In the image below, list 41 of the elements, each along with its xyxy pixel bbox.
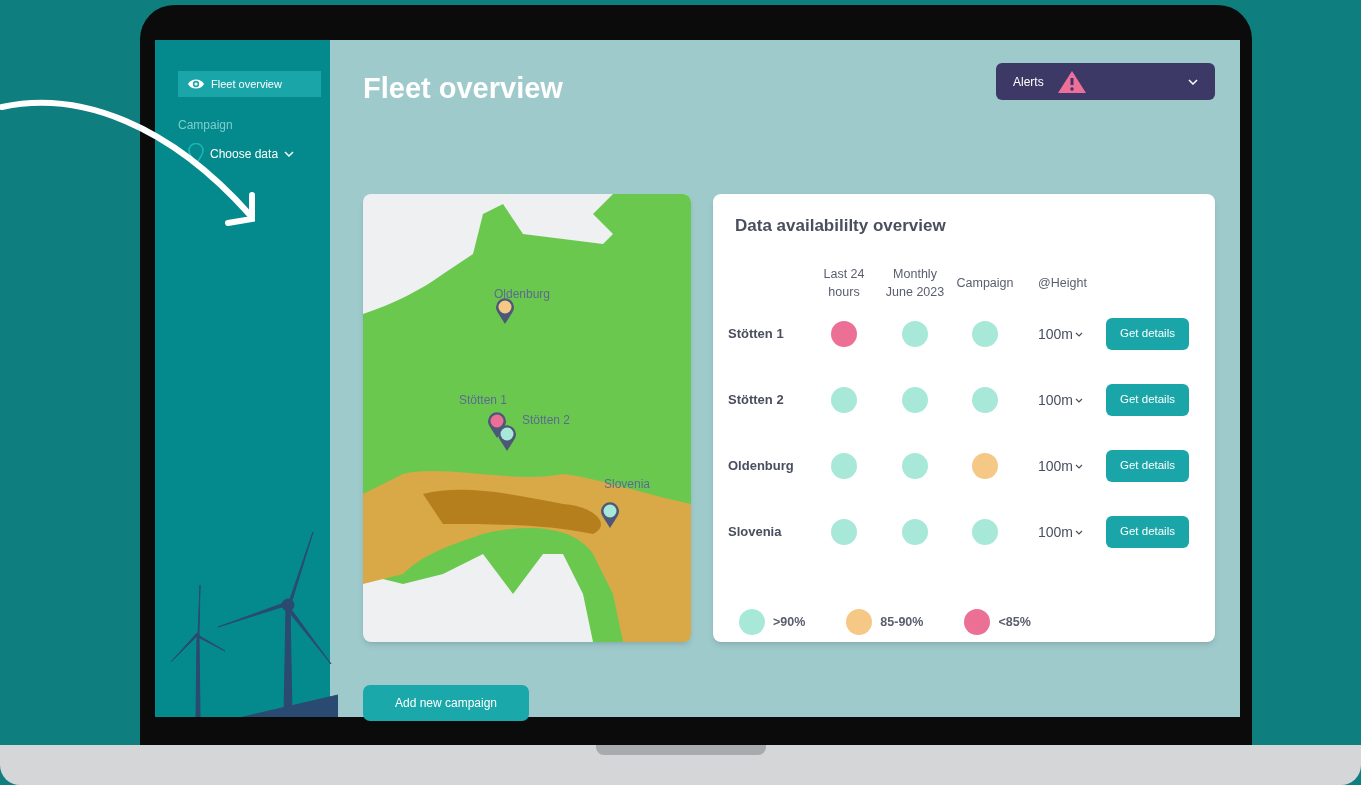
height-dropdown[interactable]: 100m — [1038, 323, 1106, 345]
row-name: Slovenia — [728, 523, 783, 542]
chevron-down-icon — [1188, 78, 1198, 85]
warning-icon — [1056, 69, 1087, 94]
get-details-button[interactable]: Get details — [1106, 318, 1189, 350]
nav-item[interactable]: Fleet overview — [178, 71, 321, 97]
height-dropdown[interactable]: 100m — [1038, 455, 1106, 477]
pin-label: Stötten 2 — [522, 411, 571, 429]
column-header: @Height — [1037, 275, 1088, 292]
chevron-down-icon — [284, 151, 295, 157]
legend-label: <85% — [998, 613, 1031, 631]
map-pin[interactable] — [600, 501, 620, 528]
legend-label: 85-90% — [880, 613, 924, 631]
legend-label: >90% — [773, 613, 806, 631]
row-name: Stötten 1 — [728, 325, 785, 344]
page-title: Fleet overview — [363, 71, 563, 106]
section-label: Campaign — [178, 117, 234, 134]
get-details-button[interactable]: Get details — [1106, 384, 1189, 416]
add-campaign-button[interactable]: Add new campaign — [363, 684, 529, 721]
chevron-down-icon — [1075, 463, 1084, 469]
column-header: Last 24 hours — [822, 266, 866, 301]
eye-icon — [187, 77, 205, 91]
height-dropdown[interactable]: 100m — [1038, 521, 1106, 543]
map-pin[interactable] — [497, 424, 517, 451]
chevron-down-icon — [1075, 331, 1084, 337]
pin-label: Oldenburg — [494, 285, 551, 303]
chevron-down-icon — [1075, 529, 1084, 535]
column-header: Monthly June 2023 — [884, 266, 946, 301]
card-title: Data availabililty overview — [735, 214, 947, 237]
row-name: Oldenburg — [728, 457, 795, 476]
chevron-down-icon — [1075, 397, 1084, 403]
row-name: Stötten 2 — [728, 391, 785, 410]
campaign-dropdown[interactable]: Choose data — [188, 143, 295, 165]
pin-label: Stötten 1 — [459, 391, 508, 409]
get-details-button[interactable]: Get details — [1106, 516, 1189, 548]
get-details-button[interactable]: Get details — [1106, 450, 1189, 482]
alerts-dropdown[interactable]: Alerts — [996, 63, 1215, 100]
location-pin-icon — [188, 143, 204, 165]
height-dropdown[interactable]: 100m — [1038, 389, 1106, 411]
column-header: Campaign — [955, 275, 1015, 292]
pin-label: Slovenia — [604, 475, 651, 493]
